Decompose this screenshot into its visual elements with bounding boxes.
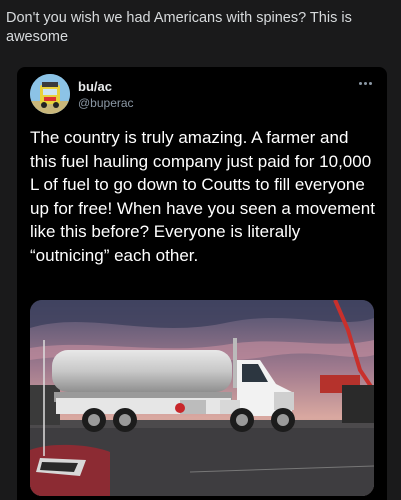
- more-horizontal-icon[interactable]: [359, 79, 375, 87]
- tweet-text: The country is truly amazing. A farmer a…: [30, 128, 375, 265]
- display-name[interactable]: bu/ac: [78, 79, 112, 94]
- avatar[interactable]: [30, 74, 70, 114]
- tweet-photo[interactable]: [30, 300, 374, 496]
- embedded-tweet[interactable]: bu/ac @buperac The country is truly amaz…: [17, 67, 387, 500]
- handle[interactable]: @buperac: [78, 96, 134, 110]
- post-title: Don't you wish we had Americans with spi…: [6, 10, 352, 45]
